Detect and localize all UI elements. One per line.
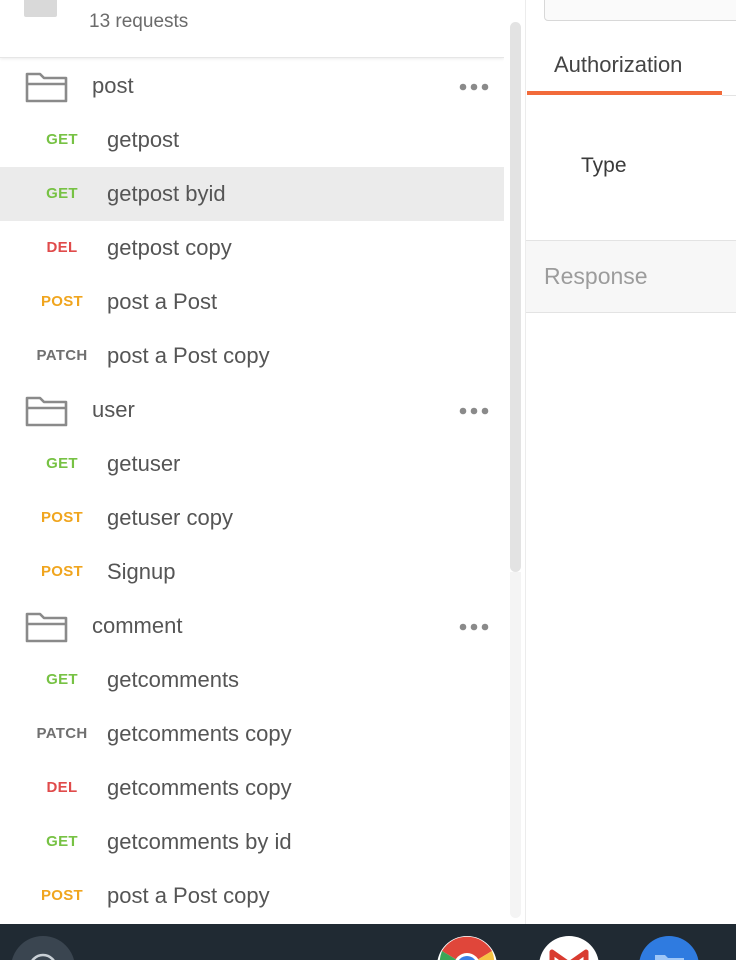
collection-sidebar: 13 requests post GET getpost GET getpost byi… [0,0,504,924]
request-name: post a Post copy [107,343,270,368]
request-name: post a Post [107,289,218,314]
url-input[interactable] [544,0,736,21]
more-options-icon[interactable] [459,623,489,631]
folder-icon [25,396,68,427]
request-name: getcomments [107,667,240,692]
method-badge: POST [40,509,84,526]
request-row[interactable]: GET getcomments [0,653,504,707]
chrome-icon[interactable] [436,935,498,960]
folder-name: user [92,397,135,422]
tab-divider [722,95,736,96]
method-badge: POST [40,293,84,310]
method-badge: PATCH [36,347,88,364]
request-row[interactable]: POST Signup [0,545,504,599]
taskbar [0,924,736,960]
method-badge: GET [46,833,78,850]
request-count: 13 requests [89,11,189,32]
folder-icon [25,612,68,643]
request-row[interactable]: GET getpost byid [0,167,504,221]
method-badge: DEL [46,239,78,256]
folder-row-post[interactable]: post [0,59,504,113]
request-row[interactable]: DEL getcomments copy [0,761,504,815]
request-name: getuser copy [107,505,233,530]
request-row[interactable]: POST getuser copy [0,491,504,545]
active-tab-indicator [527,91,722,95]
folder-name: post [92,73,134,98]
request-name: getcomments copy [107,721,292,746]
tab-authorization[interactable]: Authorization [554,52,682,78]
collection-header: 13 requests [0,0,504,58]
request-name: getpost copy [107,235,232,260]
sidebar-scrollbar-thumb[interactable] [510,22,521,572]
folder-row-comment[interactable]: comment [0,599,504,653]
request-name: getpost byid [107,181,226,206]
request-name: getpost [107,127,180,152]
response-section[interactable]: Response [526,240,736,313]
launcher-icon[interactable] [10,934,76,960]
response-label: Response [544,263,648,289]
request-row[interactable]: GET getuser [0,437,504,491]
request-row[interactable]: PATCH getcomments copy [0,707,504,761]
method-badge: POST [40,563,84,580]
request-name: getuser [107,451,181,476]
request-row[interactable]: DEL getpost copy [0,221,504,275]
request-panel: Authorization Type Response [525,0,736,924]
folder-row-user[interactable]: user [0,383,504,437]
more-options-icon[interactable] [459,407,489,415]
gmail-icon[interactable] [538,935,600,960]
method-badge: PATCH [36,725,88,742]
request-row[interactable]: GET getpost [0,113,504,167]
method-badge: GET [46,455,78,472]
method-badge: GET [46,131,78,148]
folder-icon [25,72,68,103]
auth-type-label: Type [581,154,627,177]
request-row[interactable]: PATCH post a Post copy [0,329,504,383]
request-name: getcomments by id [107,829,292,854]
request-row[interactable]: POST post a Post [0,275,504,329]
request-row[interactable]: GET getcomments by id [0,815,504,869]
sidebar-scrollbar-lower [510,572,521,918]
folder-name: comment [92,613,183,638]
request-name: getcomments copy [107,775,292,800]
method-badge: GET [46,185,78,202]
method-badge: POST [40,887,84,904]
collection-thumbnail [24,0,57,17]
method-badge: DEL [46,779,78,796]
files-icon[interactable] [638,935,700,960]
request-name: Signup [107,559,176,584]
request-name: post a Post copy [107,883,270,908]
method-badge: GET [46,671,78,688]
more-options-icon[interactable] [459,83,489,91]
request-row[interactable]: POST post a Post copy [0,869,504,923]
